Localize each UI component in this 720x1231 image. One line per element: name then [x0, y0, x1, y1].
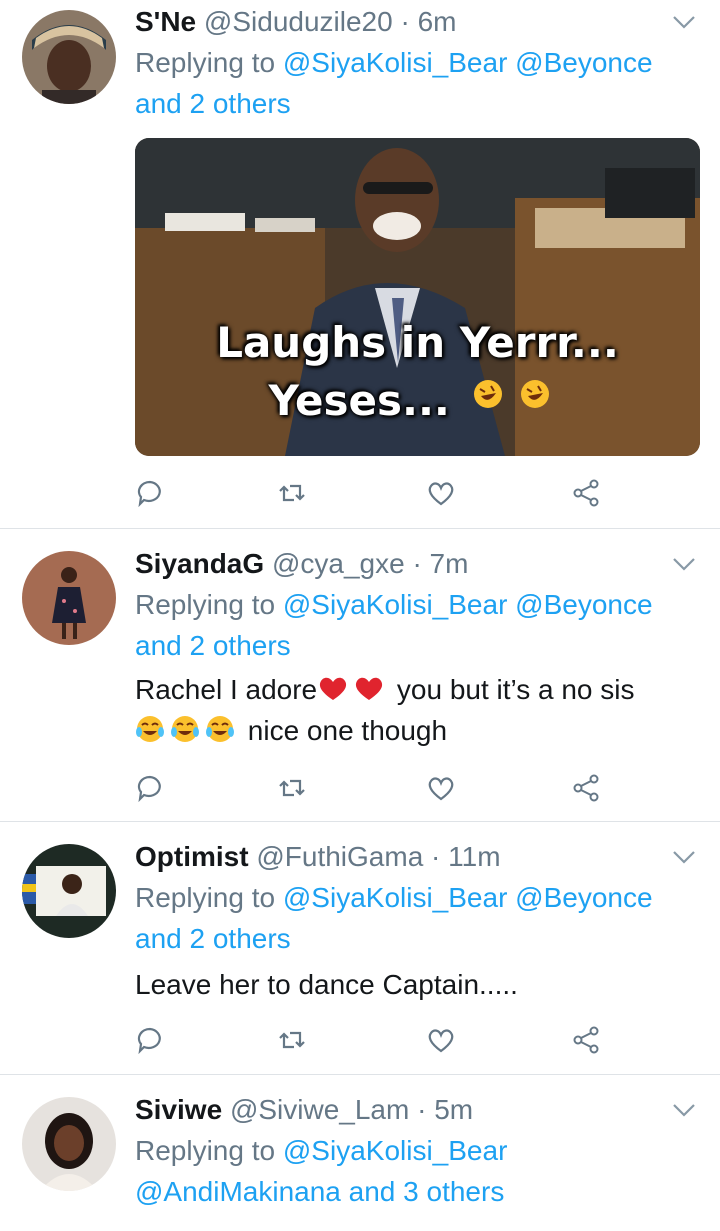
replying-prefix: Replying to: [135, 1135, 276, 1166]
tweet[interactable]: Optimist @FuthiGama · 11m Replying to @S…: [0, 822, 720, 1075]
like-icon[interactable]: [426, 478, 456, 508]
share-icon[interactable]: [571, 773, 601, 803]
replying-to: Replying to @SiyaKolisi_Bear @Beyonce an…: [135, 584, 692, 666]
replying-prefix: Replying to: [135, 882, 276, 913]
chevron-down-icon[interactable]: [672, 14, 696, 30]
retweet-icon[interactable]: [277, 478, 307, 508]
replying-to: Replying to @SiyaKolisi_Bear @AndiMakina…: [135, 1130, 692, 1212]
replying-mentions[interactable]: @SiyaKolisi_Bear: [283, 1135, 508, 1166]
replying-prefix: Replying to: [135, 589, 276, 620]
tweet[interactable]: S'Ne @Siduduzile20 · 6m Replying to @Siy…: [0, 0, 720, 529]
chevron-down-icon[interactable]: [672, 1102, 696, 1118]
tweet-text: Leave her to dance Captain.....: [135, 969, 518, 1000]
tweet-text: Rachel I adore you but it’s a no sis nic…: [135, 669, 692, 751]
retweet-icon[interactable]: [277, 773, 307, 803]
avatar[interactable]: [22, 844, 116, 938]
author-handle[interactable]: @FuthiGama: [256, 841, 423, 872]
red-heart-emoji: [320, 677, 347, 700]
rofl-emoji: [520, 379, 562, 421]
tweet-actions: [135, 773, 605, 805]
share-icon[interactable]: [571, 1025, 601, 1055]
replying-others[interactable]: and 2 others: [135, 88, 291, 119]
tweet-timestamp[interactable]: · 11m: [431, 841, 501, 872]
red-heart-emoji: [356, 677, 383, 700]
author-name[interactable]: Siviwe: [135, 1094, 222, 1125]
media-caption-line1: Laughs in Yerrr...: [216, 318, 619, 367]
replying-mentions[interactable]: @SiyaKolisi_Bear @Beyonce: [283, 589, 653, 620]
replying-others[interactable]: and 2 others: [135, 923, 291, 954]
tears-of-joy-emoji: [205, 714, 235, 744]
author-handle[interactable]: @Siviwe_Lam: [230, 1094, 409, 1125]
author-handle[interactable]: @cya_gxe: [272, 548, 405, 579]
tweet[interactable]: Siviwe @Siviwe_Lam · 5m Replying to @Siy…: [0, 1075, 720, 1231]
replying-mentions[interactable]: @SiyaKolisi_Bear @Beyonce: [283, 882, 653, 913]
reply-icon[interactable]: [135, 1025, 165, 1055]
replying-mentions[interactable]: @SiyaKolisi_Bear @Beyonce: [283, 47, 653, 78]
tweet-timestamp[interactable]: · 6m: [400, 6, 456, 37]
share-icon[interactable]: [571, 478, 601, 508]
reply-icon[interactable]: [135, 478, 165, 508]
author-handle[interactable]: @Siduduzile20: [204, 6, 393, 37]
author-name[interactable]: SiyandaG: [135, 548, 264, 579]
author-name[interactable]: Optimist: [135, 841, 249, 872]
media-caption-line2: Yeses...: [268, 376, 450, 425]
retweet-icon[interactable]: [277, 1025, 307, 1055]
tears-of-joy-emoji: [170, 714, 200, 744]
tweet-timestamp[interactable]: · 7m: [412, 548, 468, 579]
author-name[interactable]: S'Ne: [135, 6, 196, 37]
like-icon[interactable]: [426, 1025, 456, 1055]
tweet-actions: [135, 478, 605, 510]
replying-to: Replying to @SiyaKolisi_Bear @Beyonce an…: [135, 877, 692, 959]
reply-icon[interactable]: [135, 773, 165, 803]
like-icon[interactable]: [426, 773, 456, 803]
timeline: S'Ne @Siduduzile20 · 6m Replying to @Siy…: [0, 0, 720, 1231]
tweet-text-part: Rachel I adore: [135, 674, 318, 705]
chevron-down-icon[interactable]: [672, 849, 696, 865]
replying-prefix: Replying to: [135, 47, 276, 78]
tweet-actions: [135, 1025, 605, 1057]
media-caption: Laughs in Yerrr...: [135, 318, 700, 368]
media-caption-2: Yeses...: [135, 376, 700, 426]
rofl-emoji: [473, 379, 515, 421]
tweet[interactable]: SiyandaG @cya_gxe · 7m Replying to @Siya…: [0, 529, 720, 822]
avatar[interactable]: [22, 10, 116, 104]
avatar[interactable]: [22, 1097, 116, 1191]
tweet-timestamp[interactable]: · 5m: [417, 1094, 473, 1125]
replying-others[interactable]: and 2 others: [135, 630, 291, 661]
tweet-text-part: you but it’s a no sis: [396, 674, 635, 705]
tweet-text-part: nice one though: [247, 715, 448, 746]
replying-to: Replying to @SiyaKolisi_Bear @Beyonce an…: [135, 42, 692, 124]
chevron-down-icon[interactable]: [672, 556, 696, 572]
avatar[interactable]: [22, 551, 116, 645]
tears-of-joy-emoji: [135, 714, 165, 744]
replying-others[interactable]: @AndiMakinana and 3 others: [135, 1176, 504, 1207]
tweet-media[interactable]: Laughs in Yerrr... Yeses...: [135, 138, 700, 456]
